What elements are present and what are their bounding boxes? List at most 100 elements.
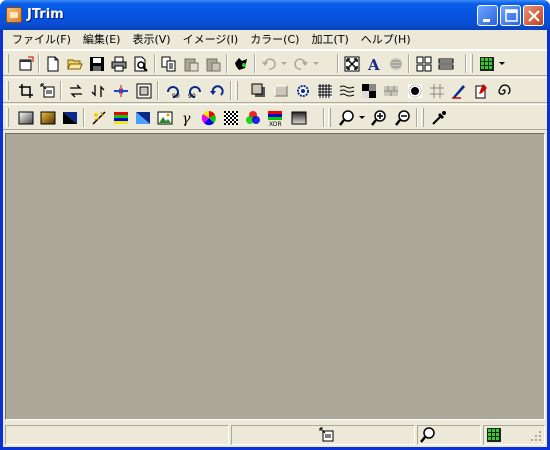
text-icon: A	[367, 56, 380, 72]
toolbar-grip[interactable]	[6, 54, 9, 73]
mosaic-button[interactable]	[315, 81, 335, 101]
rotate-right-90-button[interactable]: 90	[185, 81, 205, 101]
invert-button[interactable]	[60, 108, 80, 128]
resize-grip-icon[interactable]	[530, 430, 542, 442]
invert-icon	[63, 112, 77, 124]
wave-button[interactable]	[337, 81, 357, 101]
shadow-button[interactable]	[249, 81, 269, 101]
rotate-left-90-button[interactable]: 90	[163, 81, 183, 101]
capture-button[interactable]	[16, 54, 36, 74]
text-button[interactable]: A	[364, 54, 384, 74]
open-button[interactable]	[65, 54, 85, 74]
pen-button[interactable]	[449, 81, 469, 101]
hue-button[interactable]	[133, 108, 153, 128]
grayscale-icon	[18, 111, 34, 125]
center-button[interactable]	[386, 54, 406, 74]
sepia-icon	[40, 111, 56, 125]
toolbar-grip[interactable]	[421, 108, 424, 127]
glasses-icon	[235, 58, 247, 70]
save-button[interactable]	[87, 54, 107, 74]
frame-icon	[136, 83, 152, 99]
rotate-free-button[interactable]	[207, 81, 227, 101]
color-balance-button[interactable]	[111, 108, 131, 128]
title-bar[interactable]: JTrim	[0, 0, 550, 30]
focus-button[interactable]	[427, 81, 447, 101]
gradient-button[interactable]	[289, 108, 309, 128]
svg-text:γ: γ	[182, 111, 191, 126]
eyedropper-button[interactable]	[429, 108, 449, 128]
frame-button[interactable]	[134, 81, 154, 101]
strip-view-button[interactable]	[436, 54, 456, 74]
toolbar-grip[interactable]	[6, 81, 9, 100]
spot-button[interactable]	[405, 81, 425, 101]
app-icon[interactable]	[6, 7, 22, 23]
spot-icon	[408, 84, 422, 98]
tile-icon	[362, 84, 376, 98]
paste-new-icon	[206, 58, 221, 72]
print-preview-button[interactable]	[131, 54, 151, 74]
noise-icon	[224, 111, 238, 125]
flip-horizontal-button[interactable]	[66, 81, 86, 101]
print-preview-icon	[134, 56, 148, 72]
paste-clip-icon	[475, 84, 487, 99]
grayscale-button[interactable]	[16, 108, 36, 128]
menu-image[interactable]: イメージ(I)	[177, 30, 245, 49]
resize-button[interactable]	[38, 81, 58, 101]
maximize-button[interactable]	[500, 5, 521, 26]
minimize-button[interactable]	[477, 5, 498, 26]
undo-button[interactable]	[259, 54, 289, 74]
sepia-button[interactable]	[38, 108, 58, 128]
toolbar-grip[interactable]	[328, 108, 331, 127]
paste-new-button[interactable]	[203, 54, 223, 74]
trim-margin-button[interactable]	[111, 81, 131, 101]
spiral-button[interactable]	[493, 81, 513, 101]
menu-process[interactable]: 加工(T)	[305, 30, 354, 49]
open-folder-icon	[67, 59, 83, 70]
flip-vertical-button[interactable]	[88, 81, 108, 101]
grid-view-button[interactable]	[414, 54, 434, 74]
fit-window-button[interactable]	[342, 54, 362, 74]
close-button[interactable]	[523, 5, 544, 26]
redo-button[interactable]	[291, 54, 321, 74]
emboss-icon	[274, 85, 288, 97]
image-workspace[interactable]	[5, 133, 545, 420]
brick-button[interactable]	[381, 81, 401, 101]
maximize-icon	[505, 9, 518, 22]
toolbar-grip[interactable]	[470, 54, 473, 73]
pen-icon	[452, 85, 465, 99]
gamma-button[interactable]: γ	[177, 108, 197, 128]
zoom-in-button[interactable]	[369, 108, 389, 128]
paste-clip-button[interactable]	[471, 81, 491, 101]
toolbar-grip[interactable]	[235, 81, 238, 100]
menu-help[interactable]: ヘルプ(H)	[355, 30, 417, 49]
menu-file[interactable]: ファイル(F)	[6, 30, 77, 49]
zoom-menu-button[interactable]	[337, 108, 367, 128]
color-palette-button[interactable]	[477, 54, 507, 74]
menu-edit[interactable]: 編集(E)	[77, 30, 127, 49]
crop-button[interactable]	[16, 81, 36, 101]
grid-view-icon	[416, 56, 432, 72]
sparkle-button[interactable]	[293, 81, 313, 101]
menu-color[interactable]: カラー(C)	[244, 30, 305, 49]
toolbar-grip[interactable]	[6, 108, 9, 127]
mosaic-icon	[318, 84, 332, 98]
paste-button[interactable]	[181, 54, 201, 74]
noise-button[interactable]	[221, 108, 241, 128]
color-wheel-button[interactable]	[199, 108, 219, 128]
window-border-left[interactable]	[0, 30, 3, 450]
status-pane-zoom	[417, 425, 481, 445]
copy-button[interactable]	[159, 54, 179, 74]
brightness-button[interactable]	[89, 108, 109, 128]
image-button[interactable]	[155, 108, 175, 128]
zoom-out-button[interactable]	[393, 108, 413, 128]
glasses-button[interactable]	[231, 54, 251, 74]
tile-button[interactable]	[359, 81, 379, 101]
emboss-button[interactable]	[271, 81, 291, 101]
print-button[interactable]	[109, 54, 129, 74]
redo-icon	[294, 58, 308, 70]
new-button[interactable]	[43, 54, 63, 74]
menu-view[interactable]: 表示(V)	[126, 30, 176, 49]
xor-button[interactable]: XOR	[265, 108, 285, 128]
rgb-button[interactable]	[243, 108, 263, 128]
hue-icon	[136, 112, 150, 124]
